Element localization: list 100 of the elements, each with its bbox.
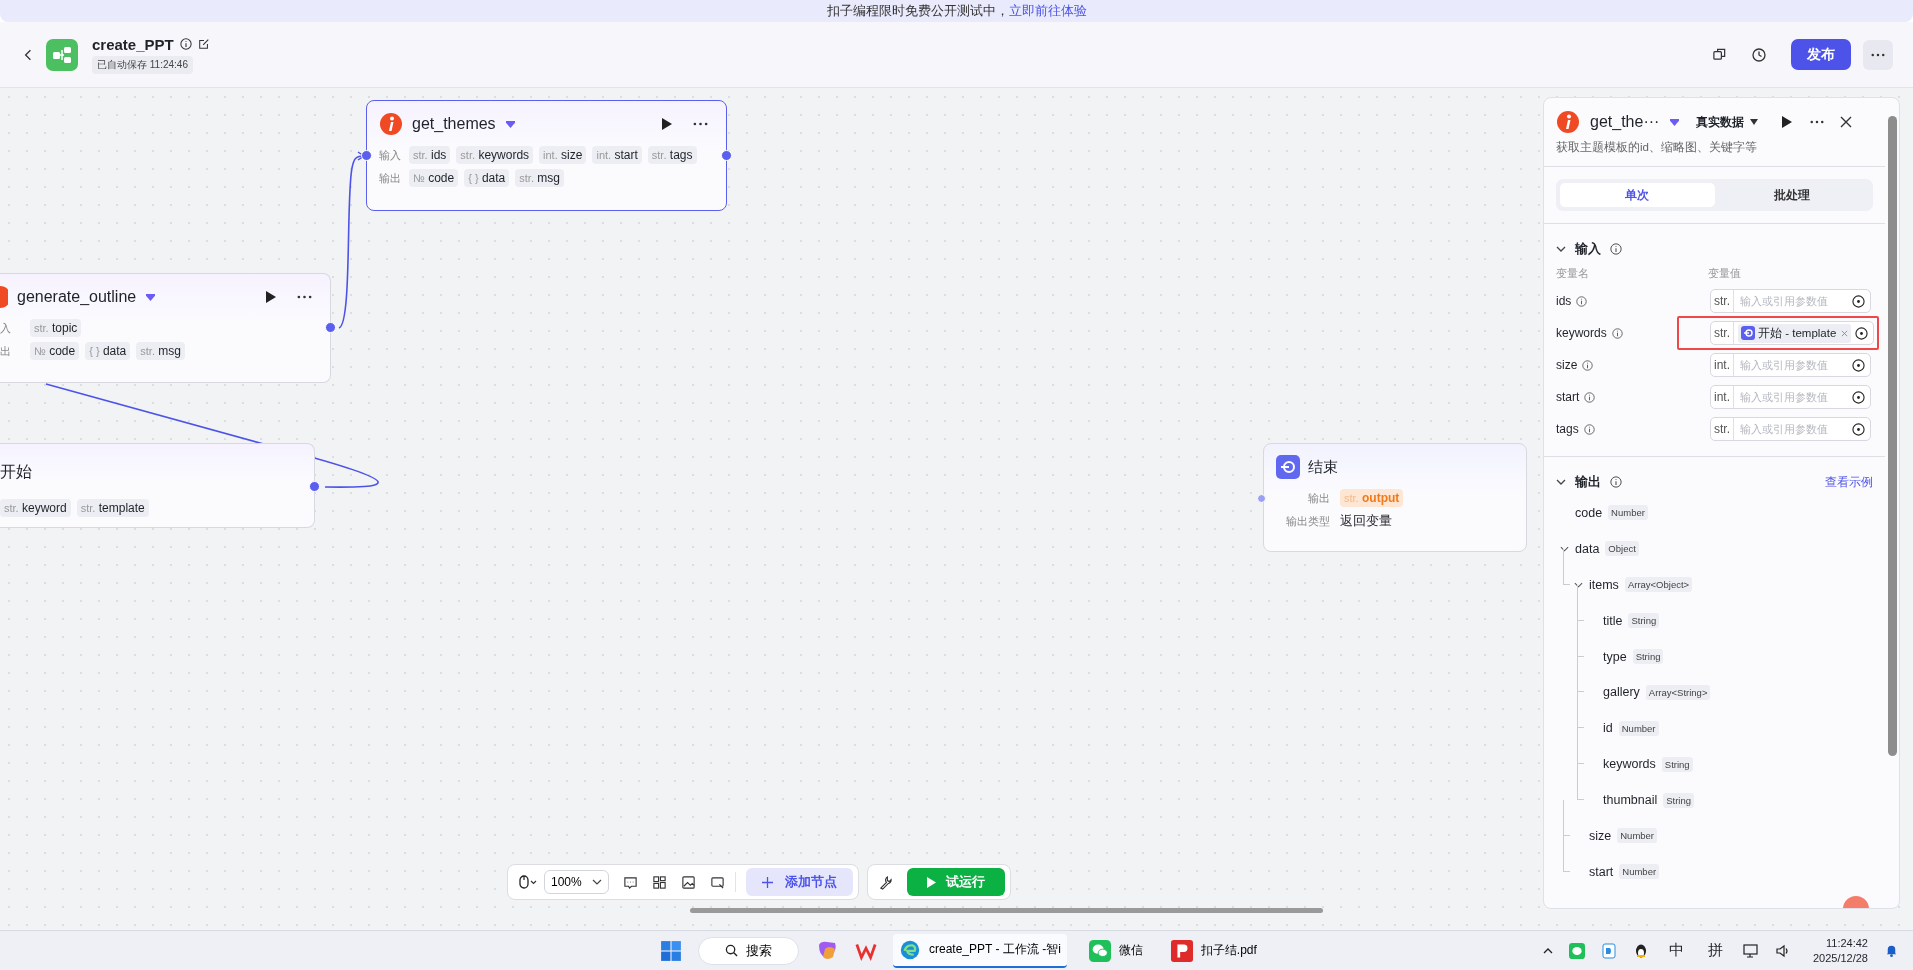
chevron-icon[interactable] [1556,479,1566,485]
layout-icon[interactable] [651,874,667,890]
type-tag: Number [1617,828,1658,844]
variable-picker-icon[interactable] [1852,422,1865,436]
copy-icon[interactable] [1712,47,1727,62]
volume-icon[interactable] [1774,942,1791,959]
placeholder-input[interactable]: 输入或引用参数值 [1734,359,1852,371]
row-label: 出 [0,343,12,359]
chevron-icon[interactable] [1574,581,1583,588]
publish-button[interactable]: 发布 [1791,39,1851,70]
clock-time: 11:24:42 [1826,936,1868,951]
placeholder-input[interactable]: 输入或引用参数值 [1734,295,1852,307]
comment-icon[interactable] [622,874,638,890]
taskbar-app[interactable]: 微信 [1082,933,1149,968]
diamond-icon [504,119,516,129]
chevron-icon[interactable] [1560,545,1569,552]
close-icon[interactable] [1840,116,1853,128]
more-icon[interactable] [693,122,708,126]
connection-port[interactable] [361,150,372,161]
variable-tag: str. topic [30,319,82,337]
variable-tag: str. keywords [456,146,534,164]
more-icon[interactable] [297,295,312,299]
chevron-up-icon[interactable] [1542,947,1553,954]
type-tag: Number [1619,864,1660,880]
taskbar-app[interactable]: create_PPT - 工作流 -智i [893,933,1067,968]
info-icon[interactable] [179,38,192,50]
zoom-dropdown[interactable]: 100% [544,870,609,894]
workflow-node[interactable]: 结束 输出 str. output 输出类型 返回变量 [1263,443,1527,552]
windows-start-icon[interactable] [660,939,682,962]
run-icon[interactable] [662,118,672,130]
node-title: 结束 [1308,457,1338,477]
run-icon[interactable] [266,291,276,303]
add-node-button[interactable]: 添加节点 [745,868,853,896]
output-field-name: items [1589,577,1619,592]
variable-picker-icon[interactable] [1852,358,1865,372]
plugin-logo-icon [1556,110,1580,134]
wrench-icon[interactable] [877,874,893,890]
edit-icon[interactable] [197,38,210,50]
taskbar-search[interactable]: 搜索 [698,936,799,965]
input-method-indicator[interactable]: 中 [1668,941,1684,960]
info-icon[interactable] [1610,243,1622,255]
remove-icon[interactable] [1841,329,1849,337]
param-name: tags [1556,422,1579,436]
type-tag: String [1661,756,1693,772]
param-field[interactable]: int. 输入或引用参数值 [1710,353,1871,377]
reference-tag[interactable]: 开始 - template [1738,323,1852,343]
param-field[interactable]: str. 输入或引用参数值 [1710,289,1871,313]
type-tag: String [1628,613,1660,629]
minimap-icon[interactable] [709,874,725,890]
document-icon[interactable] [1600,942,1617,959]
mouse-icon[interactable] [518,875,538,889]
info-icon[interactable] [1610,476,1622,488]
chevron-icon[interactable] [1556,246,1566,252]
taskbar-app[interactable]: 扣子结.pdf [1164,933,1263,968]
display-icon[interactable] [1742,942,1759,959]
variable-picker-icon[interactable] [1855,326,1869,340]
workflow-node[interactable]: generate_outline 入 str. topic 出 № code { } data str. msg [0,273,331,383]
more-icon[interactable] [1810,120,1825,124]
mode-tab[interactable]: 批处理 [1714,183,1869,207]
workflow-node[interactable]: 开始 str. keyword str. template [0,443,315,528]
output-field-name: id [1603,721,1613,736]
param-field[interactable]: str. 输入或引用参数值 [1710,417,1871,441]
variable-picker-icon[interactable] [1852,294,1865,308]
diamond-icon [145,292,157,302]
mode-tab[interactable]: 单次 [1560,183,1715,207]
run-icon[interactable] [1782,116,1793,128]
placeholder-input[interactable]: 输入或引用参数值 [1734,391,1852,403]
panel-description: 获取主题模板的id、缩略图、关键字等 [1544,138,1885,167]
connection-port[interactable] [309,481,320,492]
diamond-icon [1669,117,1681,127]
output-field-name: size [1589,828,1612,843]
tree-line [1563,548,1570,585]
variable-picker-icon[interactable] [1852,390,1865,404]
play-icon [926,876,936,888]
banner-link[interactable]: 立即前往体验 [1008,2,1087,20]
input-method-indicator[interactable]: 拼 [1707,941,1723,960]
type-tag: Array<Object> [1624,577,1693,593]
image-icon[interactable] [680,874,696,890]
scrollbar-thumb[interactable] [690,908,1323,913]
data-mode-dropdown[interactable]: 真实数据 [1696,113,1759,131]
output-field-name: keywords [1603,757,1656,772]
workflow-node[interactable]: get_themes 输入 str. ids str. keywords int. size int. start str. tags 输出 № code { } data str. msg [366,100,727,211]
param-name: ids [1556,294,1572,308]
back-icon[interactable] [24,48,32,61]
output-field-name: data [1575,541,1600,556]
param-name: start [1556,390,1580,404]
variable-tag: str. msg [136,342,185,360]
view-example-link[interactable]: 查看示例 [1825,473,1873,491]
history-icon[interactable] [1751,46,1767,63]
param-name: size [1556,358,1578,372]
connection-port[interactable] [325,322,336,333]
param-field[interactable]: int. 输入或引用参数值 [1710,385,1871,409]
placeholder-input[interactable]: 输入或引用参数值 [1734,423,1852,435]
chat-app-icon [1088,939,1111,962]
column-header: 变量值 [1708,265,1742,281]
variable-tag: str. output [1340,489,1404,507]
param-field[interactable]: str. 开始 - template [1710,321,1875,345]
scrollbar-thumb[interactable] [1888,116,1897,756]
connection-port[interactable] [721,150,732,161]
row-label: 输入 [379,147,402,163]
